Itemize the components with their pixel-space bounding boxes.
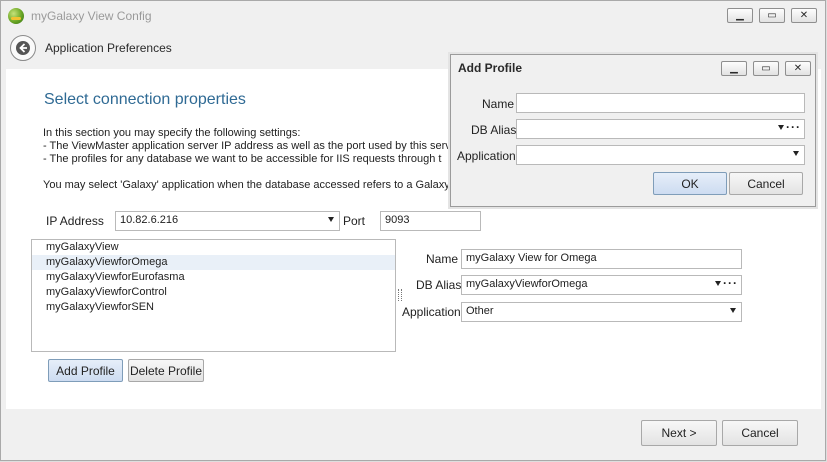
chevron-down-icon	[730, 308, 736, 313]
dialog-maximize-button[interactable]: ▭	[753, 61, 779, 76]
chevron-down-icon	[328, 217, 334, 222]
ip-address-value: 10.82.6.216	[120, 214, 179, 226]
close-icon: ✕	[799, 9, 809, 21]
close-button[interactable]: ✕	[791, 8, 817, 23]
list-item[interactable]: myGalaxyViewforControl	[32, 285, 395, 300]
maximize-button[interactable]: ▭	[759, 8, 785, 23]
page-title: Application Preferences	[45, 41, 172, 55]
db-alias-dropdown[interactable]: myGalaxyViewforOmega ···	[461, 275, 742, 295]
application-value: Other	[466, 305, 494, 317]
profile-list[interactable]: myGalaxyView myGalaxyViewforOmega myGala…	[31, 239, 396, 352]
name-label: Name	[426, 252, 459, 266]
title-bar[interactable]: myGalaxy View Config ▁ ▭ ✕	[1, 1, 825, 31]
dialog-db-alias-label: DB Alias	[471, 123, 517, 137]
list-item[interactable]: myGalaxyViewforOmega	[32, 255, 395, 270]
chevron-down-icon	[715, 281, 721, 286]
dialog-db-alias-dropdown[interactable]: ···	[516, 119, 805, 139]
splitter-handle[interactable]	[398, 289, 402, 301]
window-title: myGalaxy View Config	[31, 9, 152, 23]
maximize-icon: ▭	[767, 9, 777, 21]
bullet-text: - The ViewMaster application server IP a…	[43, 140, 451, 152]
ip-address-label: IP Address	[46, 214, 104, 228]
minimize-icon: ▁	[730, 62, 738, 74]
port-value: 9093	[385, 214, 410, 226]
cancel-button[interactable]: Cancel	[722, 420, 798, 446]
list-item[interactable]: myGalaxyViewforSEN	[32, 300, 395, 315]
db-alias-label: DB Alias	[416, 278, 462, 292]
dialog-close-button[interactable]: ✕	[785, 61, 811, 76]
application-dropdown[interactable]: Other	[461, 302, 742, 322]
dialog-minimize-button[interactable]: ▁	[721, 61, 747, 76]
chevron-down-icon	[793, 151, 799, 156]
add-profile-dialog: Add Profile ▁ ▭ ✕ Name DB Alias ··· Appl…	[450, 54, 816, 207]
bullet-text: - The profiles for any database we want …	[43, 153, 442, 165]
name-value: myGalaxy View for Omega	[466, 252, 597, 264]
dialog-name-label: Name	[482, 97, 515, 111]
back-arrow-icon	[16, 41, 30, 55]
next-button[interactable]: Next >	[641, 420, 717, 446]
port-label: Port	[343, 214, 366, 228]
section-title: Select connection properties	[44, 91, 246, 108]
ellipsis-icon[interactable]: ···	[723, 276, 738, 290]
dialog-application-dropdown[interactable]	[516, 145, 805, 165]
delete-profile-button[interactable]: Delete Profile	[128, 359, 204, 382]
ellipsis-icon[interactable]: ···	[786, 120, 801, 134]
ip-address-dropdown[interactable]: 10.82.6.216	[115, 211, 340, 231]
name-input[interactable]: myGalaxy View for Omega	[461, 249, 742, 269]
close-icon: ✕	[793, 62, 803, 74]
back-button[interactable]	[10, 35, 36, 61]
list-item[interactable]: myGalaxyViewforEurofasma	[32, 270, 395, 285]
main-window: myGalaxy View Config ▁ ▭ ✕ Application P…	[0, 0, 826, 461]
note-text: You may select 'Galaxy' application when…	[43, 179, 459, 191]
list-item[interactable]: myGalaxyView	[32, 240, 395, 255]
dialog-cancel-button[interactable]: Cancel	[729, 172, 803, 195]
maximize-icon: ▭	[761, 62, 771, 74]
minimize-icon: ▁	[736, 9, 744, 21]
app-logo-icon	[8, 8, 24, 24]
dialog-name-input[interactable]	[516, 93, 805, 113]
db-alias-value: myGalaxyViewforOmega	[466, 278, 588, 290]
intro-text: In this section you may specify the foll…	[43, 127, 301, 139]
ok-button[interactable]: OK	[653, 172, 727, 195]
dialog-title: Add Profile	[458, 61, 523, 75]
application-label: Application	[402, 305, 461, 319]
port-input[interactable]: 9093	[380, 211, 481, 231]
add-profile-button[interactable]: Add Profile	[48, 359, 123, 382]
minimize-button[interactable]: ▁	[727, 8, 753, 23]
dialog-application-label: Application	[457, 149, 516, 163]
chevron-down-icon	[778, 125, 784, 130]
